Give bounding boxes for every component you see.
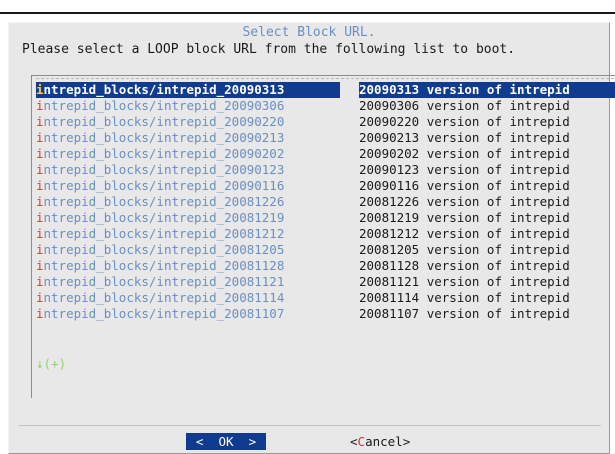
ok-button[interactable]: < OK > — [186, 433, 266, 450]
list-item-tag-text: ntrepid_blocks/intrepid_20081128 — [43, 258, 285, 273]
list-item-description: 20090202 version of intrepid — [359, 146, 570, 161]
select-block-url-dialog: Select Block URL. Please select a LOOP b… — [8, 22, 615, 454]
list-item-hotkey: i — [36, 210, 44, 225]
list-item-description: 20090220 version of intrepid — [359, 114, 570, 129]
list-item-description: 20081205 version of intrepid — [359, 242, 570, 257]
list-item-tag: intrepid_blocks/intrepid_20081226 — [36, 194, 340, 210]
list-item-hotkey: i — [36, 130, 44, 145]
list-item-tag-text: ntrepid_blocks/intrepid_20081205 — [43, 242, 285, 257]
ok-right-bracket: > — [248, 434, 257, 449]
terminal-top-bar — [0, 0, 615, 14]
list-item-hotkey: i — [36, 274, 44, 289]
list-item-hotkey: i — [36, 242, 44, 257]
list-item-description: 20081107 version of intrepid — [359, 306, 570, 321]
list-item-hotkey: i — [36, 114, 44, 129]
list-item-description: 20090313 version of intrepid — [359, 82, 615, 98]
list-item-tag: intrepid_blocks/intrepid_20090116 — [36, 178, 340, 194]
list-item-tag-text: ntrepid_blocks/intrepid_20081114 — [43, 290, 285, 305]
list-item-tag: intrepid_blocks/intrepid_20081121 — [36, 274, 340, 290]
list-item-hotkey: i — [36, 162, 44, 177]
list-item-tag: intrepid_blocks/intrepid_20081219 — [36, 210, 340, 226]
list-item-hotkey: i — [36, 306, 44, 321]
list-item-tag: intrepid_blocks/intrepid_20081205 — [36, 242, 340, 258]
ok-button-label: OK — [218, 434, 234, 449]
list-item-hotkey: i — [36, 178, 44, 193]
list-item-tag-text: ntrepid_blocks/intrepid_20090213 — [43, 130, 285, 145]
list-item-description: 20081121 version of intrepid — [359, 274, 570, 289]
list-item-description: 20081212 version of intrepid — [359, 226, 570, 241]
list-item-hotkey: i — [36, 258, 44, 273]
list-item-tag-text: ntrepid_blocks/intrepid_20090313 — [43, 82, 285, 97]
list-item-description: 20090306 version of intrepid — [359, 98, 570, 113]
dialog-title: Select Block URL. — [242, 25, 376, 40]
list-item-tag: intrepid_blocks/intrepid_20090123 — [36, 162, 340, 178]
list-item-tag: intrepid_blocks/intrepid_20090220 — [36, 114, 340, 130]
cancel-close-bracket: > — [402, 434, 411, 449]
list-item-tag: intrepid_blocks/intrepid_20090213 — [36, 130, 340, 146]
list-item-tag: intrepid_blocks/intrepid_20081128 — [36, 258, 340, 274]
list-item-tag-text: ntrepid_blocks/intrepid_20090116 — [43, 178, 285, 193]
cancel-button-label: ancel — [365, 434, 403, 449]
list-item-tag-text: ntrepid_blocks/intrepid_20081219 — [43, 210, 285, 225]
list-item-tag-text: ntrepid_blocks/intrepid_20081121 — [43, 274, 285, 289]
cancel-hotkey: C — [357, 434, 366, 449]
list-item-description: 20081114 version of intrepid — [359, 290, 570, 305]
list-item-description: 20081219 version of intrepid — [359, 210, 570, 225]
list-item-tag-text: ntrepid_blocks/intrepid_20081212 — [43, 226, 285, 241]
cancel-button[interactable]: <Cancel> — [350, 433, 410, 450]
list-item-tag: intrepid_blocks/intrepid_20081212 — [36, 226, 340, 242]
list-top-border — [36, 78, 614, 79]
list-item-hotkey: i — [36, 82, 44, 97]
list-item-hotkey: i — [36, 226, 44, 241]
list-item-tag-text: ntrepid_blocks/intrepid_20090306 — [43, 98, 285, 113]
list-item-tag-text: ntrepid_blocks/intrepid_20081226 — [43, 194, 285, 209]
list-item-tag-text: ntrepid_blocks/intrepid_20090123 — [43, 162, 285, 177]
block-url-list[interactable]: intrepid_blocks/intrepid_20090313 2009031… — [31, 75, 615, 398]
list-item-description: 20090213 version of intrepid — [359, 130, 570, 145]
cancel-open-bracket: < — [350, 434, 358, 449]
button-separator — [19, 425, 601, 426]
list-item-hotkey: i — [36, 98, 44, 113]
dialog-prompt: Please select a LOOP block URL from the … — [22, 42, 516, 57]
list-item-description: 20081128 version of intrepid — [359, 258, 570, 273]
list-item-tag-text: ntrepid_blocks/intrepid_20090202 — [43, 146, 285, 161]
scroll-down-indicator[interactable]: ↓(+) — [36, 356, 66, 372]
list-item-tag: intrepid_blocks/intrepid_20090313 — [36, 82, 340, 98]
list-item-hotkey: i — [36, 146, 44, 161]
list-item-tag-text: ntrepid_blocks/intrepid_20090220 — [43, 114, 285, 129]
list-item-tag: intrepid_blocks/intrepid_20090306 — [36, 98, 340, 114]
list-item-hotkey: i — [36, 290, 44, 305]
list-item-tag-text: ntrepid_blocks/intrepid_20081107 — [43, 306, 285, 321]
list-item-tag: intrepid_blocks/intrepid_20090202 — [36, 146, 340, 162]
list-item-tag: intrepid_blocks/intrepid_20081114 — [36, 290, 340, 306]
list-item-description: 20081226 version of intrepid — [359, 194, 570, 209]
list-item-description: 20090116 version of intrepid — [359, 178, 570, 193]
list-item-description: 20090123 version of intrepid — [359, 162, 570, 177]
list-item-tag: intrepid_blocks/intrepid_20081107 — [36, 306, 340, 322]
list-item-hotkey: i — [36, 194, 44, 209]
